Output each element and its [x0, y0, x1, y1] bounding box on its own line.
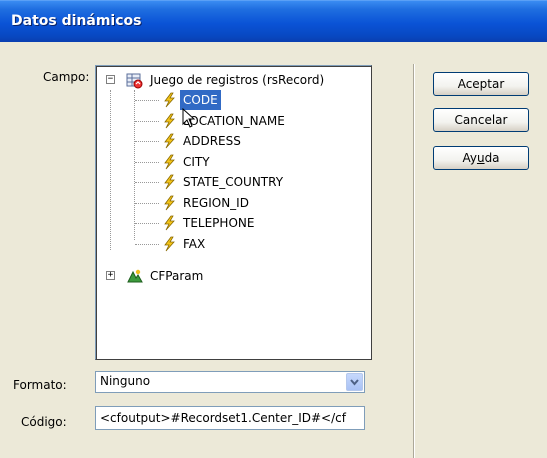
- bolt-icon: [164, 92, 175, 108]
- tree-field-label: CITY: [183, 154, 210, 169]
- tree-root-label: Juego de registros (rsRecord): [150, 73, 325, 87]
- bolt-icon: [164, 113, 175, 128]
- mouse-cursor-icon: [182, 108, 196, 128]
- help-button[interactable]: Ayuda: [433, 146, 529, 170]
- formato-select[interactable]: Ninguno: [95, 371, 365, 393]
- tree-guide-line: [110, 90, 111, 250]
- tree-guide-line: [135, 161, 159, 163]
- tree-guide-line: [135, 120, 159, 122]
- cancel-button[interactable]: Cancelar: [433, 108, 529, 132]
- help-label-accel: u: [476, 151, 485, 165]
- tree-field-label: TELEPHONE: [183, 216, 255, 230]
- tree-field-label: FAX: [183, 236, 206, 251]
- tree-field-label: CODE: [180, 90, 221, 110]
- codigo-label: Código:: [21, 415, 67, 429]
- cfparam-icon: [127, 269, 143, 283]
- codigo-value: <cfoutput>#Recordset1.Center_ID#</cf: [100, 411, 346, 425]
- tree-guide-line: [135, 141, 159, 142]
- bolt-icon: [164, 215, 175, 231]
- accept-button[interactable]: Aceptar: [433, 72, 529, 96]
- formato-label: Formato:: [13, 378, 67, 392]
- tree-root-label: CFParam: [150, 269, 204, 283]
- tree-field-label: ADDRESS: [183, 134, 241, 148]
- tree-guide-line: [135, 223, 159, 224]
- title-bar[interactable]: Datos dinámicos: [0, 0, 547, 42]
- tree-field-label: STATE_COUNTRY: [183, 175, 284, 189]
- tree-guide-line: [135, 243, 159, 245]
- collapse-toggle[interactable]: −: [106, 75, 115, 84]
- chevron-down-icon: [350, 379, 359, 386]
- tree-field-label: LOCATION_NAME: [183, 113, 285, 128]
- help-label-b: da: [484, 151, 500, 165]
- tree-guide-line: [135, 202, 159, 204]
- tree-guide-line: [135, 100, 159, 101]
- bolt-icon: [164, 154, 175, 169]
- window-title: Datos dinámicos: [11, 13, 142, 29]
- expand-toggle[interactable]: +: [106, 271, 115, 280]
- field-tree[interactable]: − Juego de registros (rsRecord) CODE LOCA…: [95, 65, 372, 360]
- recordset-icon: [126, 73, 143, 89]
- campo-label: Campo:: [43, 70, 90, 84]
- vertical-separator: [413, 64, 415, 458]
- bolt-icon: [164, 133, 175, 149]
- codigo-input[interactable]: <cfoutput>#Recordset1.Center_ID#</cf: [95, 406, 365, 430]
- tree-guide-line: [134, 90, 135, 240]
- bolt-icon: [164, 195, 175, 210]
- formato-selected-value: Ninguno: [100, 374, 151, 388]
- tree-guide-line: [135, 182, 159, 183]
- help-label-a: Ay: [462, 151, 477, 165]
- dropdown-button[interactable]: [346, 373, 363, 391]
- tree-field-label: REGION_ID: [183, 195, 249, 210]
- bolt-icon: [164, 236, 175, 251]
- bolt-icon: [164, 174, 175, 190]
